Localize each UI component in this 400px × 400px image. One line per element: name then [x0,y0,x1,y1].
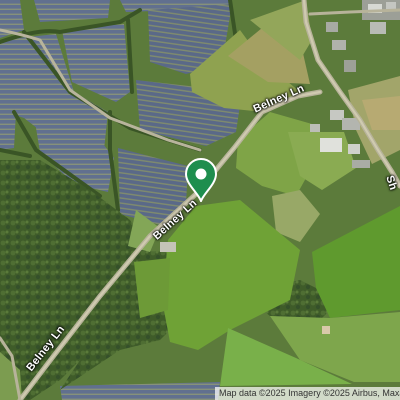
map-view[interactable]: Belney Ln Belney Ln Belney Ln Sh Map dat… [0,0,400,400]
location-pin-icon[interactable] [184,158,218,204]
map-attribution: Map data ©2025 Imagery ©2025 Airbus, Max… [215,387,400,400]
